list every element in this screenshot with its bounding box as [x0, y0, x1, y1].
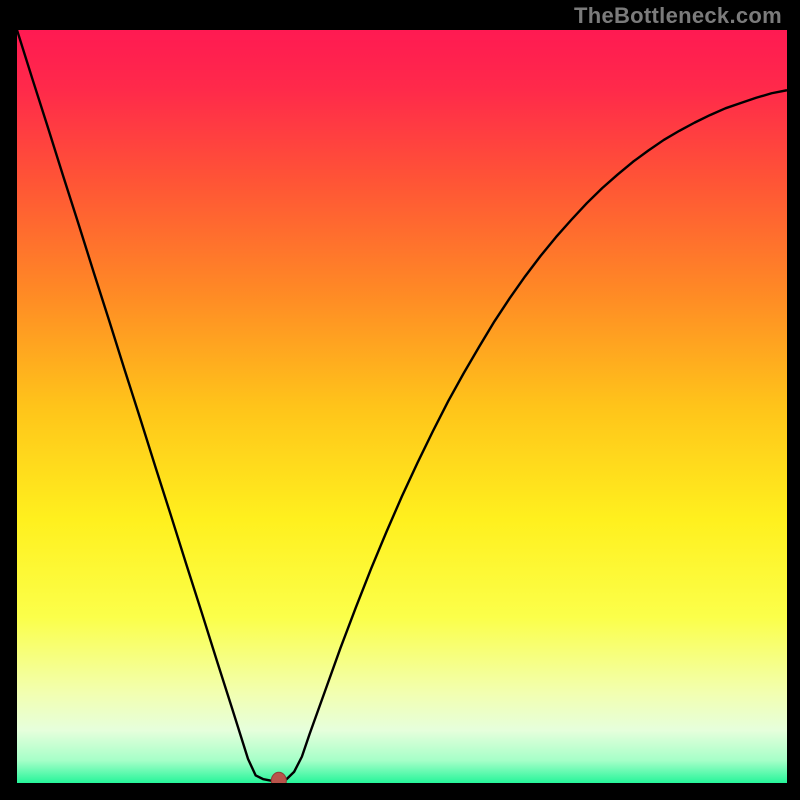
bottleneck-chart — [17, 30, 787, 783]
plot-area — [17, 30, 787, 783]
chart-frame: TheBottleneck.com — [0, 0, 800, 800]
gradient-background — [17, 30, 787, 783]
watermark-text: TheBottleneck.com — [574, 3, 782, 29]
